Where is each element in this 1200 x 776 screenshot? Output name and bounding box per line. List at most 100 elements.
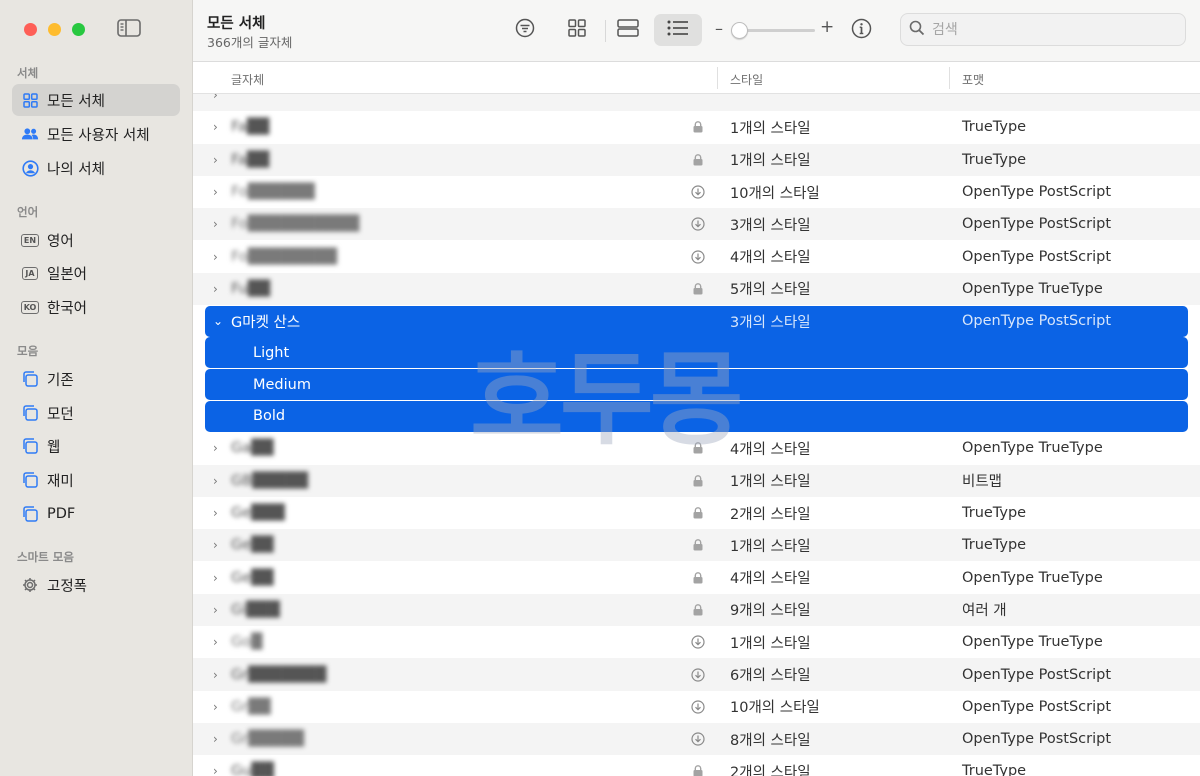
sidebar-item-collection-classic[interactable]: 기존 — [12, 363, 180, 395]
column-divider[interactable] — [949, 67, 950, 89]
sidebar-item-collection-fun[interactable]: 재미 — [12, 464, 180, 496]
sidebar-item-my-fonts[interactable]: 나의 서체 — [12, 152, 180, 184]
table-row[interactable]: › GB█████ 1개의 스타일 비트맵 — [193, 464, 1200, 497]
style-count: 9개의 스타일 — [730, 603, 811, 620]
chevron-right-icon[interactable]: › — [213, 635, 225, 649]
column-header-format[interactable]: 포맷 — [962, 71, 984, 88]
chevron-right-icon[interactable]: › — [213, 603, 225, 617]
download-icon[interactable] — [691, 667, 705, 682]
font-family-name: Gr█████ — [231, 731, 304, 748]
chevron-right-icon[interactable]: › — [213, 668, 225, 682]
sidebar-toggle-icon[interactable] — [117, 19, 143, 39]
table-row[interactable]: › Fu██ 5개의 스타일 OpenType TrueType — [193, 272, 1200, 306]
table-row-style[interactable]: Bold — [205, 400, 1188, 432]
lock-icon — [691, 121, 705, 133]
table-row[interactable]: › Ge██ 1개의 스타일 TrueType — [193, 529, 1200, 562]
chevron-right-icon[interactable]: › — [213, 700, 225, 714]
style-count: 4개의 스타일 — [730, 441, 811, 458]
sidebar-item-english[interactable]: EN 영어 — [12, 224, 180, 256]
table-row-style[interactable]: Medium — [205, 369, 1188, 400]
sidebar-item-collection-pdf[interactable]: PDF — [12, 498, 180, 530]
table-row[interactable]: › Ge███ 2개의 스타일 TrueType — [193, 497, 1200, 529]
sidebar-item-collection-modern[interactable]: 모던 — [12, 397, 180, 429]
table-row[interactable]: › Gr█████ 8개의 스타일 OpenType PostScript — [193, 722, 1200, 756]
chevron-right-icon[interactable]: › — [213, 506, 225, 520]
download-icon[interactable] — [691, 732, 705, 746]
sidebar-section-title: 모음 — [17, 344, 39, 358]
filter-button[interactable] — [501, 14, 549, 46]
download-icon[interactable] — [691, 250, 705, 264]
chevron-right-icon[interactable]: › — [213, 764, 225, 776]
table-row[interactable]: › Fo██████ 10개의 스타일 OpenType PostScript — [193, 176, 1200, 208]
sample-view-button[interactable] — [604, 14, 652, 46]
chevron-right-icon[interactable]: › — [213, 185, 225, 199]
style-count: 4개의 스타일 — [730, 571, 811, 588]
table-row[interactable]: › Fa██ 1개의 스타일 TrueType — [193, 111, 1200, 143]
search-input[interactable] — [932, 21, 1172, 38]
style-count: 10개의 스타일 — [730, 185, 820, 202]
font-family-name: Gi███ — [231, 601, 280, 618]
column-divider[interactable] — [717, 67, 718, 89]
table-row[interactable]: › Gr███████ 6개의 스타일 OpenType PostScript — [193, 658, 1200, 691]
chevron-right-icon[interactable]: › — [213, 217, 225, 231]
style-count: 4개의 스타일 — [730, 250, 811, 267]
zoom-window-button[interactable] — [72, 23, 85, 36]
chevron-right-icon[interactable]: › — [213, 538, 225, 552]
sidebar-item-monospace[interactable]: 고정폭 — [12, 569, 180, 601]
column-header-family[interactable]: 글자체 — [231, 71, 264, 88]
download-icon[interactable] — [691, 185, 705, 199]
lock-icon — [691, 153, 705, 166]
table-row[interactable]: › Ge██ 4개의 스타일 OpenType TrueType — [193, 561, 1200, 593]
list-view-button[interactable] — [654, 14, 702, 46]
table-row[interactable]: › Gu██ 2개의 스타일 TrueType — [193, 755, 1200, 776]
sidebar-item-all-user-fonts[interactable]: 모든 사용자 서체 — [12, 118, 180, 150]
close-window-button[interactable] — [24, 23, 37, 36]
download-icon[interactable] — [691, 217, 705, 231]
column-header-styles[interactable]: 스타일 — [730, 71, 763, 88]
sidebar-item-all-fonts[interactable]: 모든 서체 — [12, 84, 180, 116]
font-format: TrueType — [962, 119, 1027, 136]
sidebar-item-japanese[interactable]: JA 일본어 — [12, 257, 180, 289]
font-format: OpenType TrueType — [962, 440, 1103, 457]
table-row[interactable]: › Fo██████████ 3개의 스타일 OpenType PostScri… — [193, 208, 1200, 241]
chevron-right-icon[interactable]: › — [213, 571, 225, 585]
font-format: 여러 개 — [962, 603, 1007, 620]
chevron-down-icon[interactable]: ⌄ — [213, 314, 225, 328]
table-row-style[interactable]: Light — [205, 337, 1188, 369]
chevron-right-icon[interactable]: › — [213, 732, 225, 746]
list-view-icon — [667, 20, 689, 40]
search-field[interactable] — [900, 13, 1186, 46]
sidebar-section-title: 스마트 모음 — [17, 550, 74, 564]
sidebar-item-label: 모든 사용자 서체 — [47, 127, 150, 144]
size-slider-knob[interactable] — [731, 22, 748, 39]
sidebar: 서체 모든 서체 모든 사용자 서체 나의 서체 언어 EN 영어 JA 일본어… — [0, 0, 193, 776]
table-row[interactable]: › Gi███ 9개의 스타일 여러 개 — [193, 593, 1200, 627]
table-row[interactable]: › Go█ 1개의 스타일 OpenType TrueType — [193, 626, 1200, 658]
chevron-right-icon[interactable]: › — [213, 441, 225, 455]
zoom-out-icon[interactable]: – — [715, 19, 723, 38]
chevron-right-icon[interactable]: › — [213, 153, 225, 167]
table-row-selected[interactable]: ⌄ G마켓 산스 3개의 스타일 OpenType PostScript — [205, 305, 1188, 337]
grid-view-button[interactable] — [553, 14, 601, 46]
sidebar-item-label: 나의 서체 — [47, 161, 105, 178]
font-family-name: Ge██ — [231, 537, 274, 554]
table-row[interactable]: › Gr██ 10개의 스타일 OpenType PostScript — [193, 691, 1200, 723]
chevron-right-icon[interactable]: › — [213, 282, 225, 296]
info-button[interactable] — [837, 14, 885, 46]
sidebar-item-label: 재미 — [47, 473, 74, 490]
sidebar-item-collection-web[interactable]: 웹 — [12, 430, 180, 462]
download-icon[interactable] — [691, 635, 705, 649]
table-row[interactable]: › Fo████████ 4개의 스타일 OpenType PostScript — [193, 240, 1200, 272]
minimize-window-button[interactable] — [48, 23, 61, 36]
sidebar-item-korean[interactable]: KO 한국어 — [12, 291, 180, 323]
sidebar-item-label: 영어 — [47, 233, 74, 250]
table-row[interactable]: › Fa██ 1개의 스타일 TrueType — [193, 143, 1200, 176]
download-icon[interactable] — [691, 700, 705, 714]
sidebar-item-label: PDF — [47, 506, 76, 522]
chevron-right-icon[interactable]: › — [213, 474, 225, 488]
zoom-in-icon[interactable]: + — [820, 17, 834, 37]
font-style-name: Medium — [253, 376, 311, 393]
table-row[interactable]: › Ga██ 4개의 스타일 OpenType TrueType — [193, 432, 1200, 464]
chevron-right-icon[interactable]: › — [213, 250, 225, 264]
chevron-right-icon[interactable]: › — [213, 120, 225, 134]
